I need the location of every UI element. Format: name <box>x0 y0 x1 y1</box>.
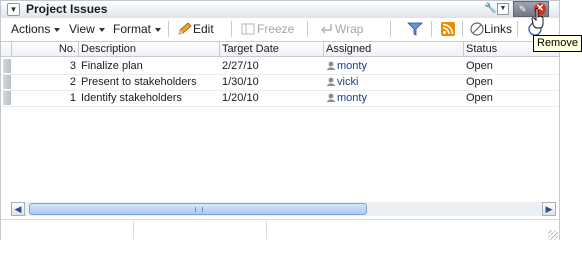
column-header-target-date[interactable]: Target Date <box>219 42 323 56</box>
toolbar-divider <box>431 21 432 37</box>
table-row[interactable]: 1 Identify stakeholders 1/20/10 monty Op… <box>1 90 559 106</box>
cell-status: Open <box>466 76 493 88</box>
cell-description: Identify stakeholders <box>81 92 182 104</box>
status-divider <box>266 221 267 239</box>
format-menu[interactable]: Format <box>113 18 162 40</box>
row-selector[interactable] <box>3 59 11 73</box>
cell-description: Present to stakeholders <box>81 76 197 88</box>
cell-target-date: 2/27/10 <box>222 60 259 72</box>
status-divider <box>133 221 134 239</box>
remove-tooltip: Remove <box>533 35 582 52</box>
mouse-cursor-icon <box>531 8 544 29</box>
cell-assigned[interactable]: monty <box>326 58 367 74</box>
cell-target-date: 1/20/10 <box>222 92 259 104</box>
pencil-icon: ✎ <box>519 4 527 14</box>
wrap-label: Wrap <box>335 22 364 36</box>
rss-button[interactable] <box>441 18 455 40</box>
filter-icon <box>407 22 423 36</box>
cell-no: 2 <box>69 76 76 88</box>
links-label: Links <box>484 22 513 36</box>
horizontal-scrollbar[interactable]: ◀ ▶ <box>11 202 556 216</box>
actions-menu-label: Actions <box>11 22 51 36</box>
freeze-button[interactable]: Freeze <box>241 18 294 40</box>
cell-assigned[interactable]: monty <box>326 90 367 106</box>
format-menu-label: Format <box>113 22 152 36</box>
cell-description: Finalize plan <box>81 60 143 72</box>
scroll-right-arrow-icon[interactable]: ▶ <box>542 202 556 216</box>
toolbar-divider <box>517 21 518 37</box>
filter-button[interactable] <box>407 18 423 40</box>
cell-no: 1 <box>69 92 76 104</box>
grip-icon <box>195 207 203 212</box>
toolbar-divider <box>231 21 232 37</box>
cell-status: Open <box>466 92 493 104</box>
cell-no: 3 <box>69 60 76 72</box>
cell-target-date: 1/30/10 <box>222 76 259 88</box>
cell-status: Open <box>466 60 493 72</box>
toolbar-divider <box>462 21 463 37</box>
toolbar-divider <box>390 21 391 37</box>
row-divider <box>1 106 559 107</box>
chevron-down-icon <box>54 27 61 32</box>
scroll-thumb[interactable] <box>29 203 367 215</box>
customize-icon[interactable]: 🔧 <box>484 3 496 14</box>
toolbar-divider <box>168 21 169 37</box>
scroll-track[interactable] <box>25 202 542 216</box>
cell-assigned[interactable]: vicki <box>326 74 358 90</box>
links-button[interactable]: Links <box>470 18 512 40</box>
view-menu-label: View <box>69 22 95 36</box>
links-icon <box>470 22 484 36</box>
rss-icon <box>441 22 455 36</box>
user-icon <box>326 77 336 86</box>
status-bar <box>1 219 559 241</box>
toolbar: Actions View Format Edit Freeze Wrap Lin… <box>1 18 559 41</box>
row-selector[interactable] <box>3 91 11 105</box>
view-menu[interactable]: View <box>69 18 105 40</box>
collapse-chevron-icon[interactable]: ▼ <box>7 3 20 16</box>
toolbar-divider <box>307 21 308 37</box>
scroll-left-arrow-icon[interactable]: ◀ <box>11 202 25 216</box>
column-header-description[interactable]: Description <box>78 42 219 56</box>
panel-menu-chevron-icon[interactable]: ▼ <box>497 3 509 15</box>
freeze-label: Freeze <box>257 22 295 36</box>
table-row[interactable]: 3 Finalize plan 2/27/10 monty Open <box>1 58 559 74</box>
column-header-assigned[interactable]: Assigned <box>323 42 463 56</box>
chevron-down-icon <box>98 27 105 32</box>
actions-menu[interactable]: Actions <box>11 18 61 40</box>
table-row[interactable]: 2 Present to stakeholders 1/30/10 vicki … <box>1 74 559 90</box>
assigned-user-link[interactable]: vicki <box>337 76 358 88</box>
row-selector[interactable] <box>3 75 11 89</box>
assigned-user-link[interactable]: monty <box>337 92 367 104</box>
pencil-icon <box>178 22 192 35</box>
panel-titlebar: ▼ Project Issues 🔧 ▼ ✎ ✕ <box>1 1 559 19</box>
wrap-button[interactable]: Wrap <box>319 18 363 40</box>
user-icon <box>326 93 336 102</box>
project-issues-panel: ▼ Project Issues 🔧 ▼ ✎ ✕ Actions View Fo… <box>0 0 560 241</box>
resize-grip-icon[interactable] <box>548 230 558 240</box>
edit-label: Edit <box>193 22 214 36</box>
assigned-user-link[interactable]: monty <box>337 60 367 72</box>
chevron-down-icon <box>155 27 162 32</box>
column-header-no[interactable]: No. <box>11 42 78 56</box>
wrap-icon <box>320 24 332 34</box>
edit-button[interactable]: Edit <box>177 18 214 40</box>
table-header: No. Description Target Date Assigned Sta… <box>1 41 559 57</box>
user-icon <box>326 61 336 70</box>
freeze-icon <box>241 23 255 35</box>
panel-title: Project Issues <box>26 2 108 16</box>
